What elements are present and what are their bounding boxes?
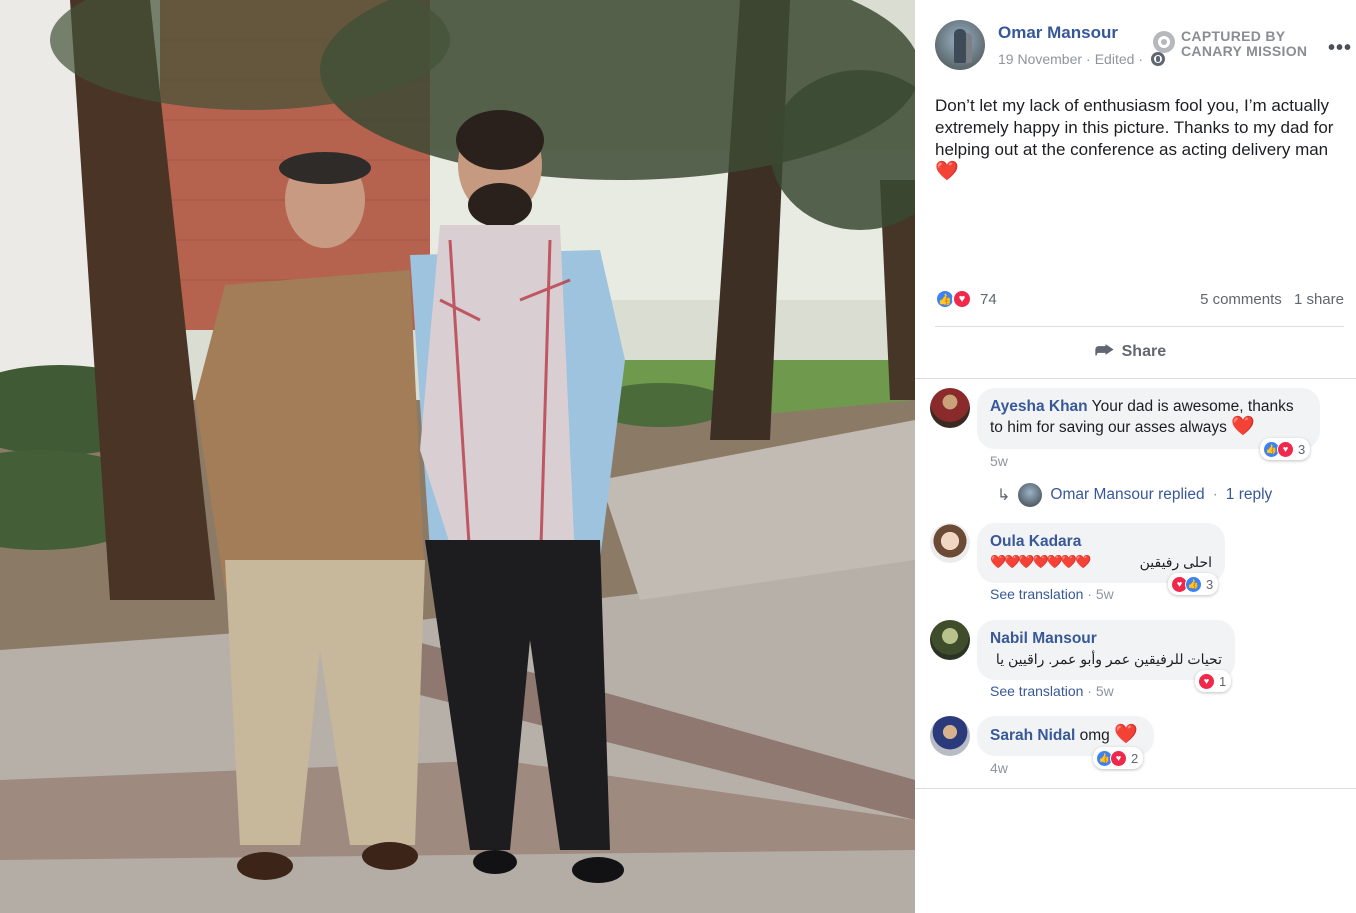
canary-mission-watermark: CAPTURED BY CANARY MISSION bbox=[1153, 29, 1307, 59]
comments-count-link[interactable]: 5 comments bbox=[1200, 291, 1282, 308]
watermark-line2: CANARY MISSION bbox=[1181, 43, 1308, 59]
canary-logo-icon bbox=[1153, 31, 1175, 53]
comment-reactions[interactable]: ♥ 1 bbox=[1195, 670, 1232, 692]
post-stats: 5 comments 1 share bbox=[1200, 291, 1344, 308]
more-options-icon[interactable]: ••• bbox=[1328, 38, 1352, 58]
divider bbox=[935, 326, 1344, 327]
author-avatar[interactable] bbox=[935, 20, 985, 70]
photo-scene bbox=[0, 0, 915, 913]
heart-emoji: ❤️ bbox=[1231, 416, 1255, 437]
share-arrow-icon: ⮫ bbox=[1095, 340, 1114, 362]
edited-label[interactable]: Edited bbox=[1095, 51, 1135, 67]
reply-text: Omar Mansour replied bbox=[1050, 486, 1205, 503]
post-photo[interactable] bbox=[0, 0, 915, 913]
comment-meta: 4w bbox=[990, 760, 1008, 776]
comment-text: احلى رفيقين bbox=[1139, 554, 1212, 570]
post-panel: Omar Mansour 19 November · Edited · CAPT… bbox=[915, 0, 1356, 913]
commenter-name[interactable]: Ayesha Khan bbox=[990, 398, 1088, 415]
see-translation-link[interactable]: See translation bbox=[990, 586, 1083, 602]
post-meta: 19 November · Edited · bbox=[998, 51, 1166, 67]
comment-time[interactable]: 5w bbox=[990, 453, 1008, 469]
reply-separator: · bbox=[1212, 486, 1218, 503]
comment-reaction-count: 2 bbox=[1131, 750, 1139, 766]
author-name-link[interactable]: Omar Mansour bbox=[998, 23, 1118, 43]
comment-time[interactable]: 5w bbox=[1096, 683, 1114, 699]
commenter-avatar[interactable] bbox=[930, 388, 970, 428]
commenter-avatar[interactable] bbox=[930, 620, 970, 660]
comment-reactions[interactable]: 👍 ♥ 2 bbox=[1093, 747, 1144, 769]
replies-link[interactable]: ↳ Omar Mansour replied · 1 reply bbox=[997, 483, 1272, 507]
commenter-name[interactable]: Oula Kadara bbox=[990, 532, 1212, 552]
shares-count-link[interactable]: 1 share bbox=[1294, 291, 1344, 308]
comment-time[interactable]: 5w bbox=[1096, 586, 1114, 602]
commenter-name[interactable]: Nabil Mansour bbox=[990, 629, 1222, 649]
comments-divider bbox=[915, 378, 1356, 379]
reactions-summary: 👍 ♥ 74 5 comments 1 share bbox=[935, 289, 1344, 311]
comment-text: omg bbox=[1079, 727, 1110, 744]
love-reaction-icon: ♥ bbox=[952, 289, 972, 309]
comment-reactions[interactable]: ♥ 👍 3 bbox=[1168, 573, 1219, 595]
like-reaction-icon: 👍 bbox=[1185, 575, 1202, 593]
comment-reactions[interactable]: 👍 ♥ 3 bbox=[1260, 438, 1311, 460]
share-label: Share bbox=[1121, 342, 1167, 360]
comment-meta: See translation · 5w bbox=[990, 683, 1114, 699]
love-reaction-icon: ♥ bbox=[1277, 440, 1294, 458]
see-translation-link[interactable]: See translation bbox=[990, 683, 1083, 699]
comment-meta: See translation · 5w bbox=[990, 586, 1114, 602]
reaction-icons[interactable]: 👍 ♥ bbox=[935, 289, 972, 309]
replier-avatar bbox=[1018, 483, 1043, 507]
share-button[interactable]: ⮫ Share bbox=[1095, 340, 1166, 363]
post-text: Don’t let my lack of enthusiasm fool you… bbox=[935, 95, 1350, 183]
meta-separator: · bbox=[1086, 51, 1091, 67]
comment-time[interactable]: 4w bbox=[990, 760, 1008, 776]
heart-emoji: ❤️ bbox=[935, 161, 959, 182]
comment-bubble: Nabil Mansour تحيات للرفيقين عمر وأبو عم… bbox=[977, 620, 1235, 687]
commenter-avatar[interactable] bbox=[930, 716, 970, 756]
post-header: Omar Mansour 19 November · Edited · CAPT… bbox=[935, 20, 1351, 72]
commenter-avatar[interactable] bbox=[930, 523, 970, 563]
meta-separator-2: · bbox=[1138, 51, 1144, 67]
hearts-emoji: ❤️❤️❤️❤️❤️❤️❤️ bbox=[990, 554, 1091, 569]
comment-meta: 5w bbox=[990, 453, 1008, 469]
post-date[interactable]: 19 November bbox=[998, 51, 1082, 67]
comment-reaction-count: 3 bbox=[1298, 441, 1306, 457]
heart-emoji: ❤️ bbox=[1114, 724, 1138, 745]
post-body: Don’t let my lack of enthusiasm fool you… bbox=[935, 96, 1334, 159]
reaction-count[interactable]: 74 bbox=[980, 291, 997, 308]
reply-count: 1 reply bbox=[1225, 486, 1273, 503]
love-reaction-icon: ♥ bbox=[1198, 672, 1215, 690]
comments-end-divider bbox=[915, 788, 1356, 789]
comment-reaction-count: 1 bbox=[1219, 673, 1227, 689]
love-reaction-icon: ♥ bbox=[1110, 749, 1127, 767]
commenter-name[interactable]: Sarah Nidal bbox=[990, 727, 1075, 744]
reply-arrow-icon: ↳ bbox=[997, 487, 1011, 504]
comment-reaction-count: 3 bbox=[1206, 576, 1214, 592]
watermark-line1: CAPTURED BY bbox=[1181, 28, 1286, 44]
